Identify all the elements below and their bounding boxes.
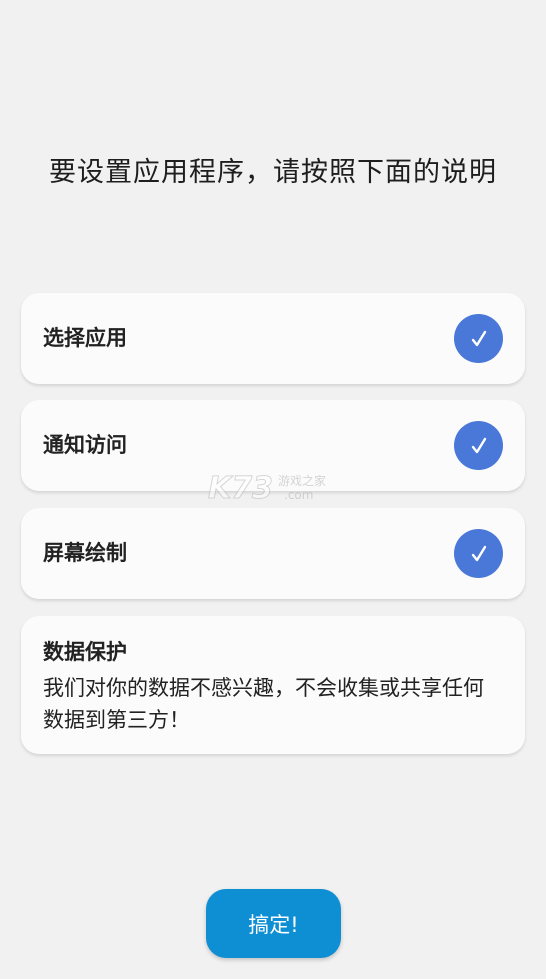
- checkmark-icon: [454, 421, 503, 470]
- step-label: 屏幕绘制: [43, 541, 127, 565]
- privacy-card: 数据保护 我们对你的数据不感兴趣，不会收集或共享任何数据到第三方！: [21, 616, 525, 754]
- checkmark-icon: [454, 529, 503, 578]
- privacy-text: 我们对你的数据不感兴趣，不会收集或共享任何数据到第三方！: [43, 676, 484, 732]
- privacy-title: 数据保护: [43, 640, 127, 664]
- step-label: 通知访问: [43, 433, 127, 457]
- done-button[interactable]: 搞定!: [206, 889, 341, 958]
- step-screen-overlay[interactable]: 屏幕绘制: [21, 508, 525, 599]
- step-label: 选择应用: [43, 326, 127, 350]
- page-title: 要设置应用程序，请按照下面的说明: [49, 157, 497, 188]
- step-select-app[interactable]: 选择应用: [21, 293, 525, 384]
- step-notification-access[interactable]: 通知访问: [21, 400, 525, 491]
- checkmark-icon: [454, 314, 503, 363]
